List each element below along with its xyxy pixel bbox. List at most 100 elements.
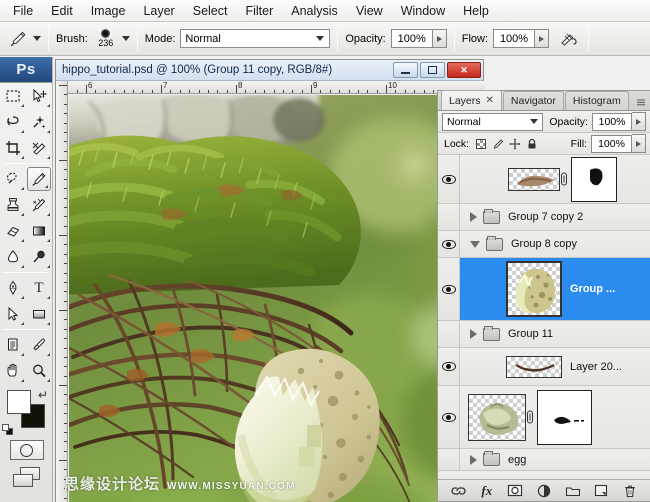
layer-fill-value[interactable]: 100% xyxy=(591,135,632,153)
link-icon[interactable] xyxy=(560,172,571,186)
table-row[interactable]: Group 11 xyxy=(438,321,650,348)
table-row[interactable]: Group 8 copy xyxy=(438,231,650,258)
quick-mask-toggle[interactable] xyxy=(0,436,53,464)
layer-fill-slider-button[interactable] xyxy=(632,134,646,153)
menu-image[interactable]: Image xyxy=(82,2,135,20)
gradient-tool[interactable] xyxy=(26,218,52,244)
airbrush-icon[interactable] xyxy=(557,27,581,51)
lock-all-icon[interactable] xyxy=(524,136,539,151)
type-tool[interactable]: T xyxy=(26,275,52,301)
menu-select[interactable]: Select xyxy=(184,2,237,20)
flow-value[interactable]: 100% xyxy=(493,29,535,48)
menu-window[interactable]: Window xyxy=(392,2,454,20)
layer-thumbnail[interactable] xyxy=(506,261,562,317)
new-group-folder-icon[interactable] xyxy=(564,482,582,499)
foreground-color-swatch[interactable] xyxy=(7,390,31,414)
close-button[interactable]: ✕ xyxy=(447,62,481,78)
opacity-control[interactable]: 100% xyxy=(391,29,447,48)
link-icon[interactable] xyxy=(526,410,537,424)
maximize-button[interactable] xyxy=(420,62,445,78)
swap-colors-icon[interactable]: ↵ xyxy=(38,388,48,402)
layer-visibility-toggle[interactable] xyxy=(438,258,460,320)
layer-visibility-toggle[interactable] xyxy=(438,449,460,470)
horizontal-ruler[interactable]: 678910 xyxy=(68,81,485,94)
table-row[interactable]: Group 7 copy 2 xyxy=(438,204,650,231)
notes-tool[interactable] xyxy=(0,332,26,358)
layer-blend-mode-select[interactable]: Normal xyxy=(442,113,543,131)
eyedropper-tool[interactable] xyxy=(26,332,52,358)
layer-visibility-toggle[interactable] xyxy=(438,321,460,347)
move-tool[interactable] xyxy=(26,83,52,109)
lock-image-pixels-icon[interactable] xyxy=(490,136,505,151)
history-brush-tool[interactable] xyxy=(26,192,52,218)
brush-preview[interactable]: 236 xyxy=(93,27,119,51)
screen-mode-toggle[interactable] xyxy=(0,464,53,492)
lock-position-icon[interactable] xyxy=(507,136,522,151)
disclosure-triangle-icon[interactable] xyxy=(470,329,477,339)
layer-visibility-toggle[interactable] xyxy=(438,386,460,448)
crop-tool[interactable] xyxy=(0,135,26,161)
layer-thumbnail[interactable] xyxy=(468,394,526,441)
table-row[interactable]: egg xyxy=(438,449,650,471)
layer-name[interactable]: egg xyxy=(508,454,526,466)
disclosure-triangle-icon[interactable] xyxy=(470,212,477,222)
layer-name[interactable]: Group ... xyxy=(570,283,615,295)
path-selection-tool[interactable] xyxy=(0,301,26,327)
table-row[interactable]: Group ... xyxy=(438,258,650,321)
layer-name[interactable]: Layer 20... xyxy=(570,361,622,373)
table-row[interactable] xyxy=(438,155,650,204)
menu-edit[interactable]: Edit xyxy=(42,2,82,20)
layer-visibility-toggle[interactable] xyxy=(438,204,460,230)
document-title-bar[interactable]: hippo_tutorial.psd @ 100% (Group 11 copy… xyxy=(56,60,483,81)
layer-mask-thumbnail[interactable] xyxy=(571,157,617,202)
layer-name[interactable]: Group 7 copy 2 xyxy=(508,211,583,223)
layer-opacity-value[interactable]: 100% xyxy=(592,113,632,131)
flow-control[interactable]: 100% xyxy=(493,29,549,48)
layer-mask-thumbnail[interactable] xyxy=(537,390,592,445)
lock-transparent-pixels-icon[interactable] xyxy=(473,136,488,151)
dodge-tool[interactable] xyxy=(26,244,52,270)
magic-wand-tool[interactable] xyxy=(26,109,52,135)
blend-mode-select[interactable]: Normal xyxy=(180,29,330,48)
layer-name[interactable]: Group 8 copy xyxy=(511,238,577,250)
disclosure-triangle-icon[interactable] xyxy=(470,455,477,465)
table-row[interactable]: Layer 20... xyxy=(438,348,650,386)
menu-layer[interactable]: Layer xyxy=(134,2,183,20)
new-layer-icon[interactable] xyxy=(592,482,610,499)
hand-tool[interactable] xyxy=(0,358,26,384)
tab-histogram[interactable]: Histogram xyxy=(565,91,629,110)
add-layer-mask-icon[interactable] xyxy=(506,482,524,499)
delete-layer-trash-icon[interactable] xyxy=(621,482,639,499)
tool-preset-chevron-down-icon[interactable] xyxy=(33,36,41,41)
layer-list[interactable]: Group 7 copy 2 Group 8 copy xyxy=(438,155,650,479)
pen-tool[interactable] xyxy=(0,275,26,301)
default-colors-icon[interactable] xyxy=(2,424,13,435)
link-layers-icon[interactable] xyxy=(449,482,467,499)
menu-analysis[interactable]: Analysis xyxy=(282,2,347,20)
lasso-tool[interactable] xyxy=(0,109,26,135)
opacity-slider-button[interactable] xyxy=(433,29,447,48)
tab-navigator[interactable]: Navigator xyxy=(503,91,564,110)
eraser-tool[interactable] xyxy=(0,218,26,244)
menu-view[interactable]: View xyxy=(347,2,392,20)
rectangular-marquee-tool[interactable] xyxy=(0,83,26,109)
clone-stamp-tool[interactable] xyxy=(0,192,26,218)
close-icon[interactable]: ✕ xyxy=(486,95,494,106)
zoom-tool[interactable] xyxy=(26,358,52,384)
menu-file[interactable]: File xyxy=(4,2,42,20)
table-row[interactable] xyxy=(438,386,650,449)
layer-opacity-slider-button[interactable] xyxy=(632,112,646,131)
flow-slider-button[interactable] xyxy=(535,29,549,48)
rectangle-tool[interactable] xyxy=(26,301,52,327)
healing-brush-tool[interactable] xyxy=(0,166,26,192)
menu-filter[interactable]: Filter xyxy=(236,2,282,20)
blur-tool[interactable] xyxy=(0,244,26,270)
layer-thumbnail[interactable] xyxy=(508,168,560,191)
menu-help[interactable]: Help xyxy=(454,2,498,20)
slice-tool[interactable] xyxy=(26,135,52,161)
layer-visibility-toggle[interactable] xyxy=(438,231,460,257)
disclosure-triangle-icon[interactable] xyxy=(470,241,480,248)
new-adjustment-layer-icon[interactable] xyxy=(535,482,553,499)
layer-thumbnail[interactable] xyxy=(506,356,562,378)
layer-visibility-toggle[interactable] xyxy=(438,348,460,385)
